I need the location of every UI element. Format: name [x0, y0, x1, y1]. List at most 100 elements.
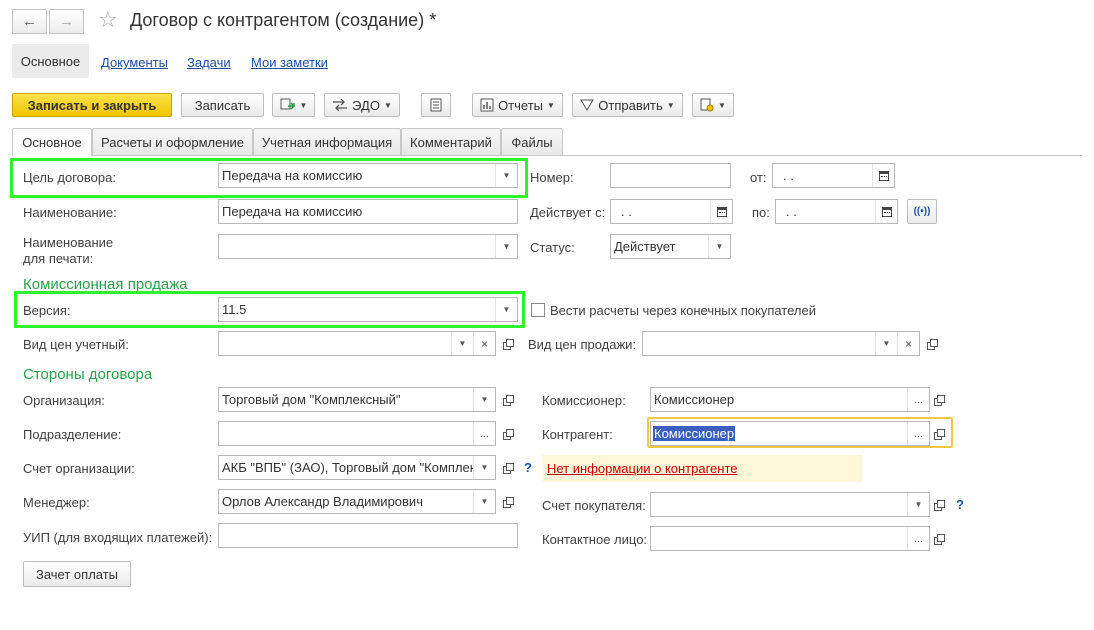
dropdown-caret-icon[interactable]: ▼ — [907, 493, 929, 516]
help-icon[interactable]: ? — [524, 460, 532, 475]
offset-payment-button[interactable]: Зачет оплаты — [23, 561, 131, 587]
open-button[interactable] — [498, 331, 518, 356]
tab-main[interactable]: Основное — [12, 128, 92, 156]
print-name-label-line1: Наименование — [23, 235, 114, 250]
nav-notes[interactable]: Мои заметки — [251, 55, 328, 70]
save-and-close-button[interactable]: Записать и закрыть — [12, 93, 172, 117]
counterparty-input[interactable]: Комиссионер ... — [650, 421, 930, 446]
save-button[interactable]: Записать — [181, 93, 264, 117]
attachments-button[interactable]: ▼ — [692, 93, 734, 117]
purpose-label: Цель договора: — [23, 170, 116, 185]
open-button[interactable] — [498, 421, 518, 446]
more-icon[interactable]: ... — [907, 527, 929, 550]
open-button[interactable] — [929, 526, 949, 551]
more-icon[interactable]: ... — [907, 422, 929, 445]
reports-button[interactable]: Отчеты ▼ — [472, 93, 563, 117]
calendar-button[interactable] — [872, 164, 894, 187]
uip-label: УИП (для входящих платежей): — [23, 530, 213, 545]
save-label: Записать — [194, 97, 251, 113]
help-icon[interactable]: ? — [956, 497, 964, 512]
no-info-link[interactable]: Нет информации о контрагенте — [547, 461, 738, 476]
send-icon — [580, 99, 595, 111]
dropdown-caret-icon[interactable]: ▼ — [473, 388, 495, 411]
edo-button[interactable]: ЭДО ▼ — [324, 93, 400, 117]
valid-from-input[interactable]: . . — [610, 199, 733, 224]
from-label: от: — [750, 170, 767, 185]
tab-divider — [12, 155, 1082, 156]
version-select[interactable]: 11.5 ▼ — [218, 297, 518, 322]
print-name-label: Наименование для печати: — [23, 235, 113, 267]
org-value: Торговый дом "Комплексный" — [222, 392, 401, 407]
purpose-select[interactable]: Передача на комиссию ▼ — [218, 163, 518, 188]
favorite-star-icon[interactable]: ☆ — [98, 7, 118, 33]
dropdown-caret-icon[interactable]: ▼ — [495, 235, 517, 258]
calendar-button[interactable] — [710, 200, 732, 223]
dropdown-caret-icon[interactable]: ▼ — [495, 298, 517, 321]
dropdown-caret-icon[interactable]: ▼ — [451, 332, 473, 355]
name-label: Наименование: — [23, 205, 117, 220]
calendar-button[interactable] — [875, 200, 897, 223]
open-button[interactable] — [498, 455, 518, 480]
name-input[interactable]: Передача на комиссию — [218, 199, 518, 224]
print-name-select[interactable]: ▼ — [218, 234, 518, 259]
open-button[interactable] — [929, 492, 949, 517]
buyer-account-select[interactable]: ▼ — [650, 492, 930, 517]
commissioner-value: Комиссионер — [654, 392, 735, 407]
arrow-right-icon: → — [59, 13, 74, 30]
print-name-label-line2: для печати: — [23, 251, 94, 266]
structure-button[interactable] — [421, 93, 451, 117]
no-info-banner: Нет информации о контрагенте — [542, 455, 862, 482]
contact-input[interactable]: ... — [650, 526, 930, 551]
dropdown-caret-icon[interactable]: ▼ — [495, 164, 517, 187]
dept-input[interactable]: ... — [218, 421, 496, 446]
open-button[interactable] — [929, 421, 949, 446]
nav-documents[interactable]: Документы — [101, 55, 168, 70]
dropdown-caret-icon[interactable]: ▼ — [473, 490, 495, 513]
open-icon — [934, 428, 945, 440]
nav-main[interactable]: Основное — [12, 44, 89, 78]
account-label: Счет организации: — [23, 461, 135, 476]
more-icon[interactable]: ... — [473, 422, 495, 445]
dropdown-caret-icon[interactable]: ▼ — [875, 332, 897, 355]
number-input[interactable] — [610, 163, 731, 188]
final-buyers-checkbox[interactable] — [531, 303, 545, 317]
period-button[interactable]: ((•)) — [907, 199, 937, 224]
send-button[interactable]: Отправить ▼ — [572, 93, 683, 117]
create-based-on-button[interactable]: ▼ — [272, 93, 315, 117]
tab-payments[interactable]: Расчеты и оформление — [92, 128, 253, 155]
open-button[interactable] — [922, 331, 942, 356]
dropdown-caret-icon: ▼ — [383, 100, 392, 110]
account-select[interactable]: АКБ "ВПБ" (ЗАО), Торговый дом "Комплексн… — [218, 455, 496, 480]
tab-accounting[interactable]: Учетная информация — [253, 128, 401, 155]
back-button[interactable]: ← — [12, 9, 47, 34]
dropdown-caret-icon: ▼ — [299, 100, 308, 110]
dropdown-caret-icon[interactable]: ▼ — [473, 456, 495, 479]
org-select[interactable]: Торговый дом "Комплексный" ▼ — [218, 387, 496, 412]
clear-icon[interactable]: × — [473, 332, 495, 355]
status-value: Действует — [614, 239, 676, 254]
price-type-label: Вид цен учетный: — [23, 337, 129, 352]
sale-price-select[interactable]: ▼ × — [642, 331, 920, 356]
dropdown-caret-icon[interactable]: ▼ — [708, 235, 730, 258]
valid-to-value: . . — [786, 204, 797, 219]
commissioner-input[interactable]: Комиссионер ... — [650, 387, 930, 412]
valid-to-input[interactable]: . . — [775, 199, 898, 224]
open-button[interactable] — [498, 489, 518, 514]
final-buyers-label: Вести расчеты через конечных покупателей — [550, 303, 816, 318]
price-type-select[interactable]: ▼ × — [218, 331, 496, 356]
edo-label: ЭДО — [352, 97, 380, 113]
open-button[interactable] — [929, 387, 949, 412]
uip-input[interactable] — [218, 523, 518, 548]
version-value: 11.5 — [222, 302, 247, 317]
tab-files[interactable]: Файлы — [501, 128, 563, 155]
tab-comment[interactable]: Комментарий — [401, 128, 501, 155]
open-icon — [934, 499, 945, 511]
open-button[interactable] — [498, 387, 518, 412]
nav-tasks[interactable]: Задачи — [187, 55, 231, 70]
forward-button[interactable]: → — [49, 9, 84, 34]
from-date-input[interactable]: . . — [772, 163, 895, 188]
clear-icon[interactable]: × — [897, 332, 919, 355]
more-icon[interactable]: ... — [907, 388, 929, 411]
status-select[interactable]: Действует ▼ — [610, 234, 731, 259]
manager-select[interactable]: Орлов Александр Владимирович ▼ — [218, 489, 496, 514]
